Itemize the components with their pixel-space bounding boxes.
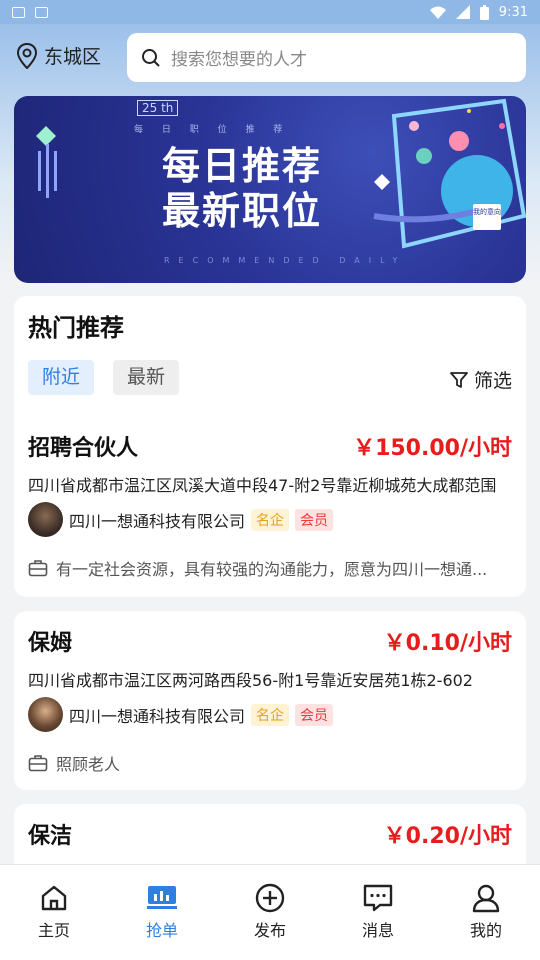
tab-grab-orders[interactable]: 抢单 [108,865,216,960]
message-icon [363,884,393,912]
job-description: 照顾老人 [28,751,518,775]
search-input[interactable]: 搜索您想要的人才 [127,33,526,82]
location-selector[interactable]: 东城区 [16,42,101,69]
app-notification-icon [35,6,48,18]
tab-profile-label: 我的 [469,921,502,940]
chart-board-icon [147,886,177,909]
tab-latest[interactable]: 最新 [113,360,180,395]
tab-messages[interactable]: 消息 [324,865,432,960]
location-pin-icon [16,42,38,69]
section-title: 热门推荐 [28,314,124,342]
job-title: 保姆 [28,631,73,656]
wifi-icon [429,6,446,19]
job-title: 招聘合伙人 [28,436,139,461]
bottom-tab-bar: 主页 抢单 发布 消息 我的 [0,864,540,960]
location-label: 东城区 [44,46,102,68]
tab-nearby[interactable]: 附近 [28,360,95,395]
search-placeholder: 搜索您想要的人才 [171,50,307,70]
company-row: 四川一想通科技有限公司 名企 会员 [28,697,334,732]
job-price: ￥0.10/小时 [383,631,512,656]
banner-footer: RECOMMENDED DAILY [164,256,407,265]
briefcase-icon [28,755,48,772]
job-price: ￥0.20/小时 [383,824,512,849]
job-description-text: 照顾老人 [56,755,121,774]
tab-home[interactable]: 主页 [0,865,108,960]
gallery-icon [12,6,25,18]
hot-section: 热门推荐 附近 最新 筛选 [14,296,526,416]
user-icon [472,884,500,913]
avatar [28,502,63,537]
banner-tag: 我的意向 [473,204,501,230]
famous-badge: 名企 [251,508,290,531]
banner[interactable]: 25 th 每 日 职 位 推 荐 每日推荐 最新职位 RECOMMENDED … [14,96,526,283]
tab-profile[interactable]: 我的 [432,865,540,960]
tab-home-label: 主页 [37,921,70,940]
search-icon [142,48,160,67]
vip-badge: 会员 [295,703,334,726]
banner-subtitle: 每 日 职 位 推 荐 [134,125,291,135]
job-card[interactable]: 保姆 ￥0.10/小时 四川省成都市温江区两河路西段56-附1号靠近安居苑1栋2… [14,611,526,790]
filter-label: 筛选 [473,370,512,392]
tab-grab-orders-label: 抢单 [145,921,178,940]
job-description-text: 有一定社会资源，具有较强的沟通能力，愿意为四川一想通... [56,560,488,579]
status-time: 9:31 [498,4,528,20]
filter-icon [450,371,468,388]
plus-circle-icon [255,883,285,913]
banner-title-line2: 最新职位 [162,189,323,233]
home-icon [41,885,67,911]
status-bar: 9:31 [0,0,540,24]
company-name: 四川一想通科技有限公司 [69,706,246,726]
company-row: 四川一想通科技有限公司 名企 会员 [28,502,334,537]
tab-messages-label: 消息 [361,921,394,940]
banner-title-line1: 每日推荐 [162,144,323,188]
company-name: 四川一想通科技有限公司 [69,511,246,531]
battery-icon [479,4,489,20]
tab-publish-label: 发布 [253,921,286,940]
job-title: 保洁 [28,824,73,849]
banner-badge: 25 th [137,100,179,116]
job-description: 有一定社会资源，具有较强的沟通能力，愿意为四川一想通... [28,556,518,580]
avatar [28,697,63,732]
signal-icon [455,5,470,19]
job-card[interactable]: 招聘合伙人 ￥150.00/小时 四川省成都市温江区凤溪大道中段47-附2号靠近… [14,416,526,597]
filter-button[interactable]: 筛选 [450,366,512,393]
vip-badge: 会员 [295,508,334,531]
job-price: ￥150.00/小时 [353,436,512,461]
job-address: 四川省成都市温江区两河路西段56-附1号靠近安居苑1栋2-602 [28,671,473,690]
tab-publish[interactable]: 发布 [216,865,324,960]
banner-title: 每日推荐 最新职位 [162,144,322,234]
briefcase-icon [28,560,48,577]
job-address: 四川省成都市温江区凤溪大道中段47-附2号靠近柳城苑大成都范围 [28,476,497,495]
famous-badge: 名企 [251,703,290,726]
